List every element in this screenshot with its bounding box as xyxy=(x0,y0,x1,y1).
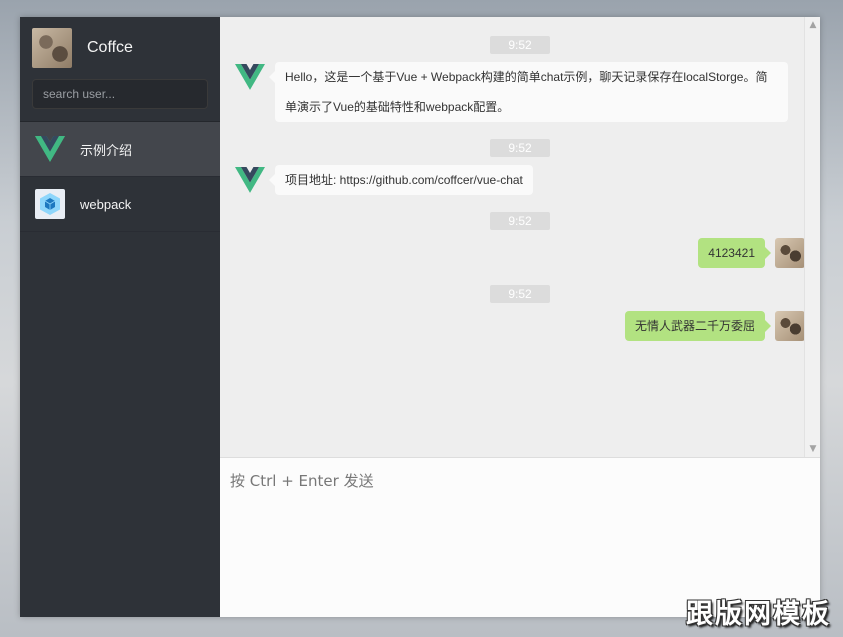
vue-logo-icon xyxy=(235,62,265,92)
message-item: 9:52 项目地址: https://github.com/coffcer/vu… xyxy=(235,137,805,195)
session-list: 示例介绍 webpack xyxy=(20,122,220,232)
message-bubble: 无情人武器二千万委屈 xyxy=(624,311,772,341)
message-time: 9:52 xyxy=(490,212,550,230)
watermark: 跟版网模板 xyxy=(686,599,831,630)
scroll-up-icon[interactable]: ▲ xyxy=(805,17,820,33)
user-avatar xyxy=(32,28,72,68)
scrollbar[interactable]: ▲ ▼ xyxy=(804,17,820,457)
message-row-other: 项目地址: https://github.com/coffcer/vue-cha… xyxy=(235,165,805,195)
user-card-header: Coffce xyxy=(32,27,208,69)
message-item: 9:52 无情人武器二千万委屈 xyxy=(235,283,805,341)
message-item: 9:52 4123421 xyxy=(235,210,805,268)
scroll-down-icon[interactable]: ▼ xyxy=(805,441,820,457)
user-avatar xyxy=(775,238,805,268)
chat-app-window: Coffce 示例介绍 xyxy=(20,17,820,617)
message-row-self: 4123421 xyxy=(235,238,805,268)
message-time: 9:52 xyxy=(490,139,550,157)
message-panel[interactable]: 9:52 Hello，这是一个基于Vue + Webpack构建的简单chat示… xyxy=(220,17,820,457)
message-row-self: 无情人武器二千万委屈 xyxy=(235,311,805,341)
user-card: Coffce xyxy=(20,17,220,122)
session-name: webpack xyxy=(80,196,132,212)
message-time: 9:52 xyxy=(490,285,550,303)
message-bubble: 4123421 xyxy=(698,238,771,268)
message-time: 9:52 xyxy=(490,36,550,54)
message-row-other: Hello，这是一个基于Vue + Webpack构建的简单chat示例，聊天记… xyxy=(235,62,805,122)
message-bubble: Hello，这是一个基于Vue + Webpack构建的简单chat示例，聊天记… xyxy=(269,62,788,122)
vue-logo-icon xyxy=(235,165,265,195)
chat-main: 9:52 Hello，这是一个基于Vue + Webpack构建的简单chat示… xyxy=(220,17,820,617)
message-bubble: 项目地址: https://github.com/coffcer/vue-cha… xyxy=(269,165,533,195)
user-name: Coffce xyxy=(87,39,133,56)
session-item-intro[interactable]: 示例介绍 xyxy=(20,122,220,177)
webpack-logo-icon xyxy=(35,189,65,219)
session-item-webpack[interactable]: webpack xyxy=(20,177,220,232)
vue-logo-icon xyxy=(35,134,65,164)
user-avatar xyxy=(775,311,805,341)
session-name: 示例介绍 xyxy=(80,142,133,158)
sidebar: Coffce 示例介绍 xyxy=(20,17,220,617)
message-item: 9:52 Hello，这是一个基于Vue + Webpack构建的简单chat示… xyxy=(235,34,805,122)
search-input[interactable] xyxy=(32,79,208,109)
